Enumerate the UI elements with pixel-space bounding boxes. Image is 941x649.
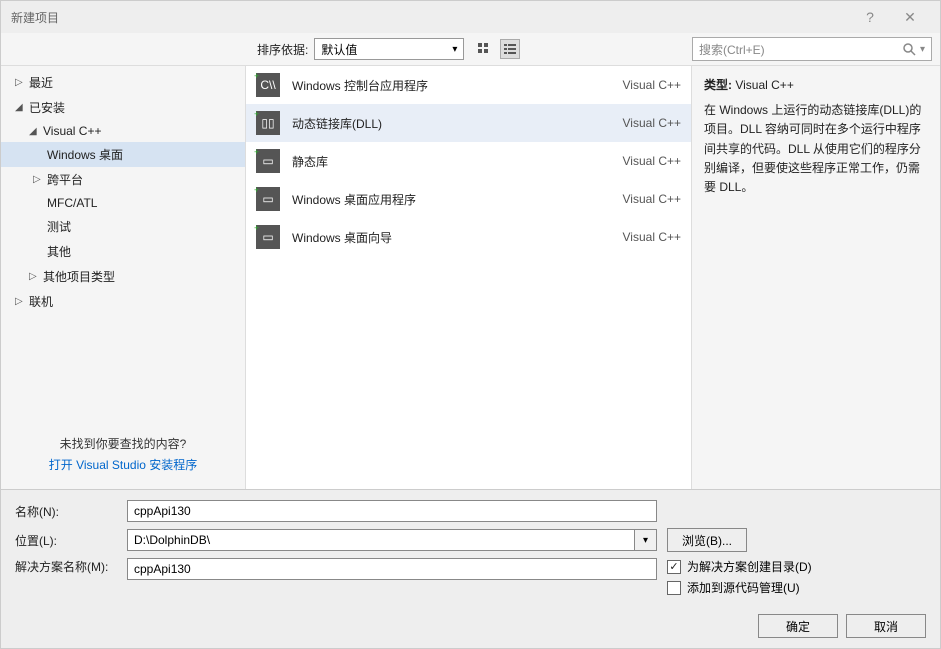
template-name: Windows 控制台应用程序 xyxy=(292,77,611,94)
toolbar: 排序依据: 默认值 ▾ 搜索(Ctrl+E) ▾ xyxy=(1,33,940,65)
sort-dropdown[interactable]: 默认值 ▾ xyxy=(314,38,464,60)
sidebar-item-installed[interactable]: ◢已安装 xyxy=(1,95,245,120)
template-icon: +▭ xyxy=(256,187,280,211)
template-icon: +▭ xyxy=(256,149,280,173)
plus-icon: + xyxy=(254,147,259,157)
create-dir-checkbox[interactable]: ✓ xyxy=(667,560,681,574)
view-icons-small[interactable] xyxy=(474,39,494,59)
window-title: 新建项目 xyxy=(11,9,850,26)
solution-name-input[interactable]: cppApi130 xyxy=(127,558,657,580)
caret-down-icon: ◢ xyxy=(15,102,25,113)
not-found-text: 未找到你要查找的内容? xyxy=(13,435,233,452)
template-row[interactable]: +▯▯ 动态链接库(DLL) Visual C++ xyxy=(246,104,691,142)
type-label: 类型: xyxy=(704,78,732,92)
template-name: 静态库 xyxy=(292,153,611,170)
description-body: 在 Windows 上运行的动态链接库(DLL)的项目。DLL 容纳可同时在多个… xyxy=(704,101,928,197)
search-icon xyxy=(902,42,916,56)
template-lang: Visual C++ xyxy=(623,78,681,92)
template-name: 动态链接库(DLL) xyxy=(292,115,611,132)
help-icon[interactable]: ? xyxy=(850,9,890,25)
plus-icon: + xyxy=(254,185,259,195)
template-row[interactable]: +▭ Windows 桌面向导 Visual C++ xyxy=(246,218,691,256)
template-row[interactable]: +C\\ Windows 控制台应用程序 Visual C++ xyxy=(246,66,691,104)
solution-name-label: 解决方案名称(M): xyxy=(15,558,127,575)
template-row[interactable]: +▭ 静态库 Visual C++ xyxy=(246,142,691,180)
sidebar-item-test[interactable]: 测试 xyxy=(1,214,245,239)
template-lang: Visual C++ xyxy=(623,154,681,168)
chevron-down-icon: ▾ xyxy=(920,44,925,55)
template-row[interactable]: +▭ Windows 桌面应用程序 Visual C++ xyxy=(246,180,691,218)
sidebar: ▷最近 ◢已安装 ◢Visual C++ Windows 桌面 ▷跨平台 MFC… xyxy=(1,66,245,489)
close-icon[interactable]: ✕ xyxy=(890,9,930,26)
location-label: 位置(L): xyxy=(15,532,127,549)
sidebar-item-vcpp[interactable]: ◢Visual C++ xyxy=(1,120,245,142)
description-panel: 类型: Visual C++ 在 Windows 上运行的动态链接库(DLL)的… xyxy=(692,66,940,489)
bottom-form: 名称(N): cppApi130 位置(L): D:\DolphinDB\ ▾ … xyxy=(1,489,940,608)
template-list: +C\\ Windows 控制台应用程序 Visual C++ +▯▯ 动态链接… xyxy=(245,66,692,489)
open-installer-link[interactable]: 打开 Visual Studio 安装程序 xyxy=(13,456,233,473)
add-scc-checkbox[interactable] xyxy=(667,581,681,595)
template-lang: Visual C++ xyxy=(623,230,681,244)
caret-right-icon: ▷ xyxy=(15,296,25,307)
sidebar-item-crossplatform[interactable]: ▷跨平台 xyxy=(1,167,245,192)
add-scc-label: 添加到源代码管理(U) xyxy=(687,579,800,596)
location-dropdown-button[interactable]: ▾ xyxy=(635,529,657,551)
plus-icon: + xyxy=(254,223,259,233)
browse-button[interactable]: 浏览(B)... xyxy=(667,528,747,552)
search-input[interactable]: 搜索(Ctrl+E) ▾ xyxy=(692,37,932,61)
template-name: Windows 桌面向导 xyxy=(292,229,611,246)
template-icon: +C\\ xyxy=(256,73,280,97)
view-icons-list[interactable] xyxy=(500,39,520,59)
template-icon: +▯▯ xyxy=(256,111,280,135)
caret-down-icon: ◢ xyxy=(29,126,39,137)
sidebar-item-recent[interactable]: ▷最近 xyxy=(1,70,245,95)
ok-button[interactable]: 确定 xyxy=(758,614,838,638)
caret-right-icon: ▷ xyxy=(15,77,25,88)
dialog-buttons: 确定 取消 xyxy=(1,608,940,648)
caret-right-icon: ▷ xyxy=(33,174,43,185)
name-label: 名称(N): xyxy=(15,503,127,520)
sidebar-item-windows-desktop[interactable]: Windows 桌面 xyxy=(1,142,245,167)
template-icon: +▭ xyxy=(256,225,280,249)
title-bar: 新建项目 ? ✕ xyxy=(1,1,940,33)
type-value: Visual C++ xyxy=(735,78,793,92)
search-placeholder: 搜索(Ctrl+E) xyxy=(699,41,902,58)
name-input[interactable]: cppApi130 xyxy=(127,500,657,522)
location-input[interactable]: D:\DolphinDB\ xyxy=(127,529,635,551)
caret-right-icon: ▷ xyxy=(29,271,39,282)
chevron-down-icon: ▾ xyxy=(452,44,457,55)
cancel-button[interactable]: 取消 xyxy=(846,614,926,638)
sort-label: 排序依据: xyxy=(257,41,308,58)
create-dir-label: 为解决方案创建目录(D) xyxy=(687,558,812,575)
template-lang: Visual C++ xyxy=(623,192,681,206)
plus-icon: + xyxy=(254,71,259,81)
sidebar-item-other[interactable]: 其他 xyxy=(1,239,245,264)
template-lang: Visual C++ xyxy=(623,116,681,130)
sort-value: 默认值 xyxy=(321,41,357,58)
template-name: Windows 桌面应用程序 xyxy=(292,191,611,208)
sidebar-item-online[interactable]: ▷联机 xyxy=(1,289,245,314)
sidebar-item-mfc[interactable]: MFC/ATL xyxy=(1,192,245,214)
plus-icon: + xyxy=(254,109,259,119)
sidebar-item-other-types[interactable]: ▷其他项目类型 xyxy=(1,264,245,289)
